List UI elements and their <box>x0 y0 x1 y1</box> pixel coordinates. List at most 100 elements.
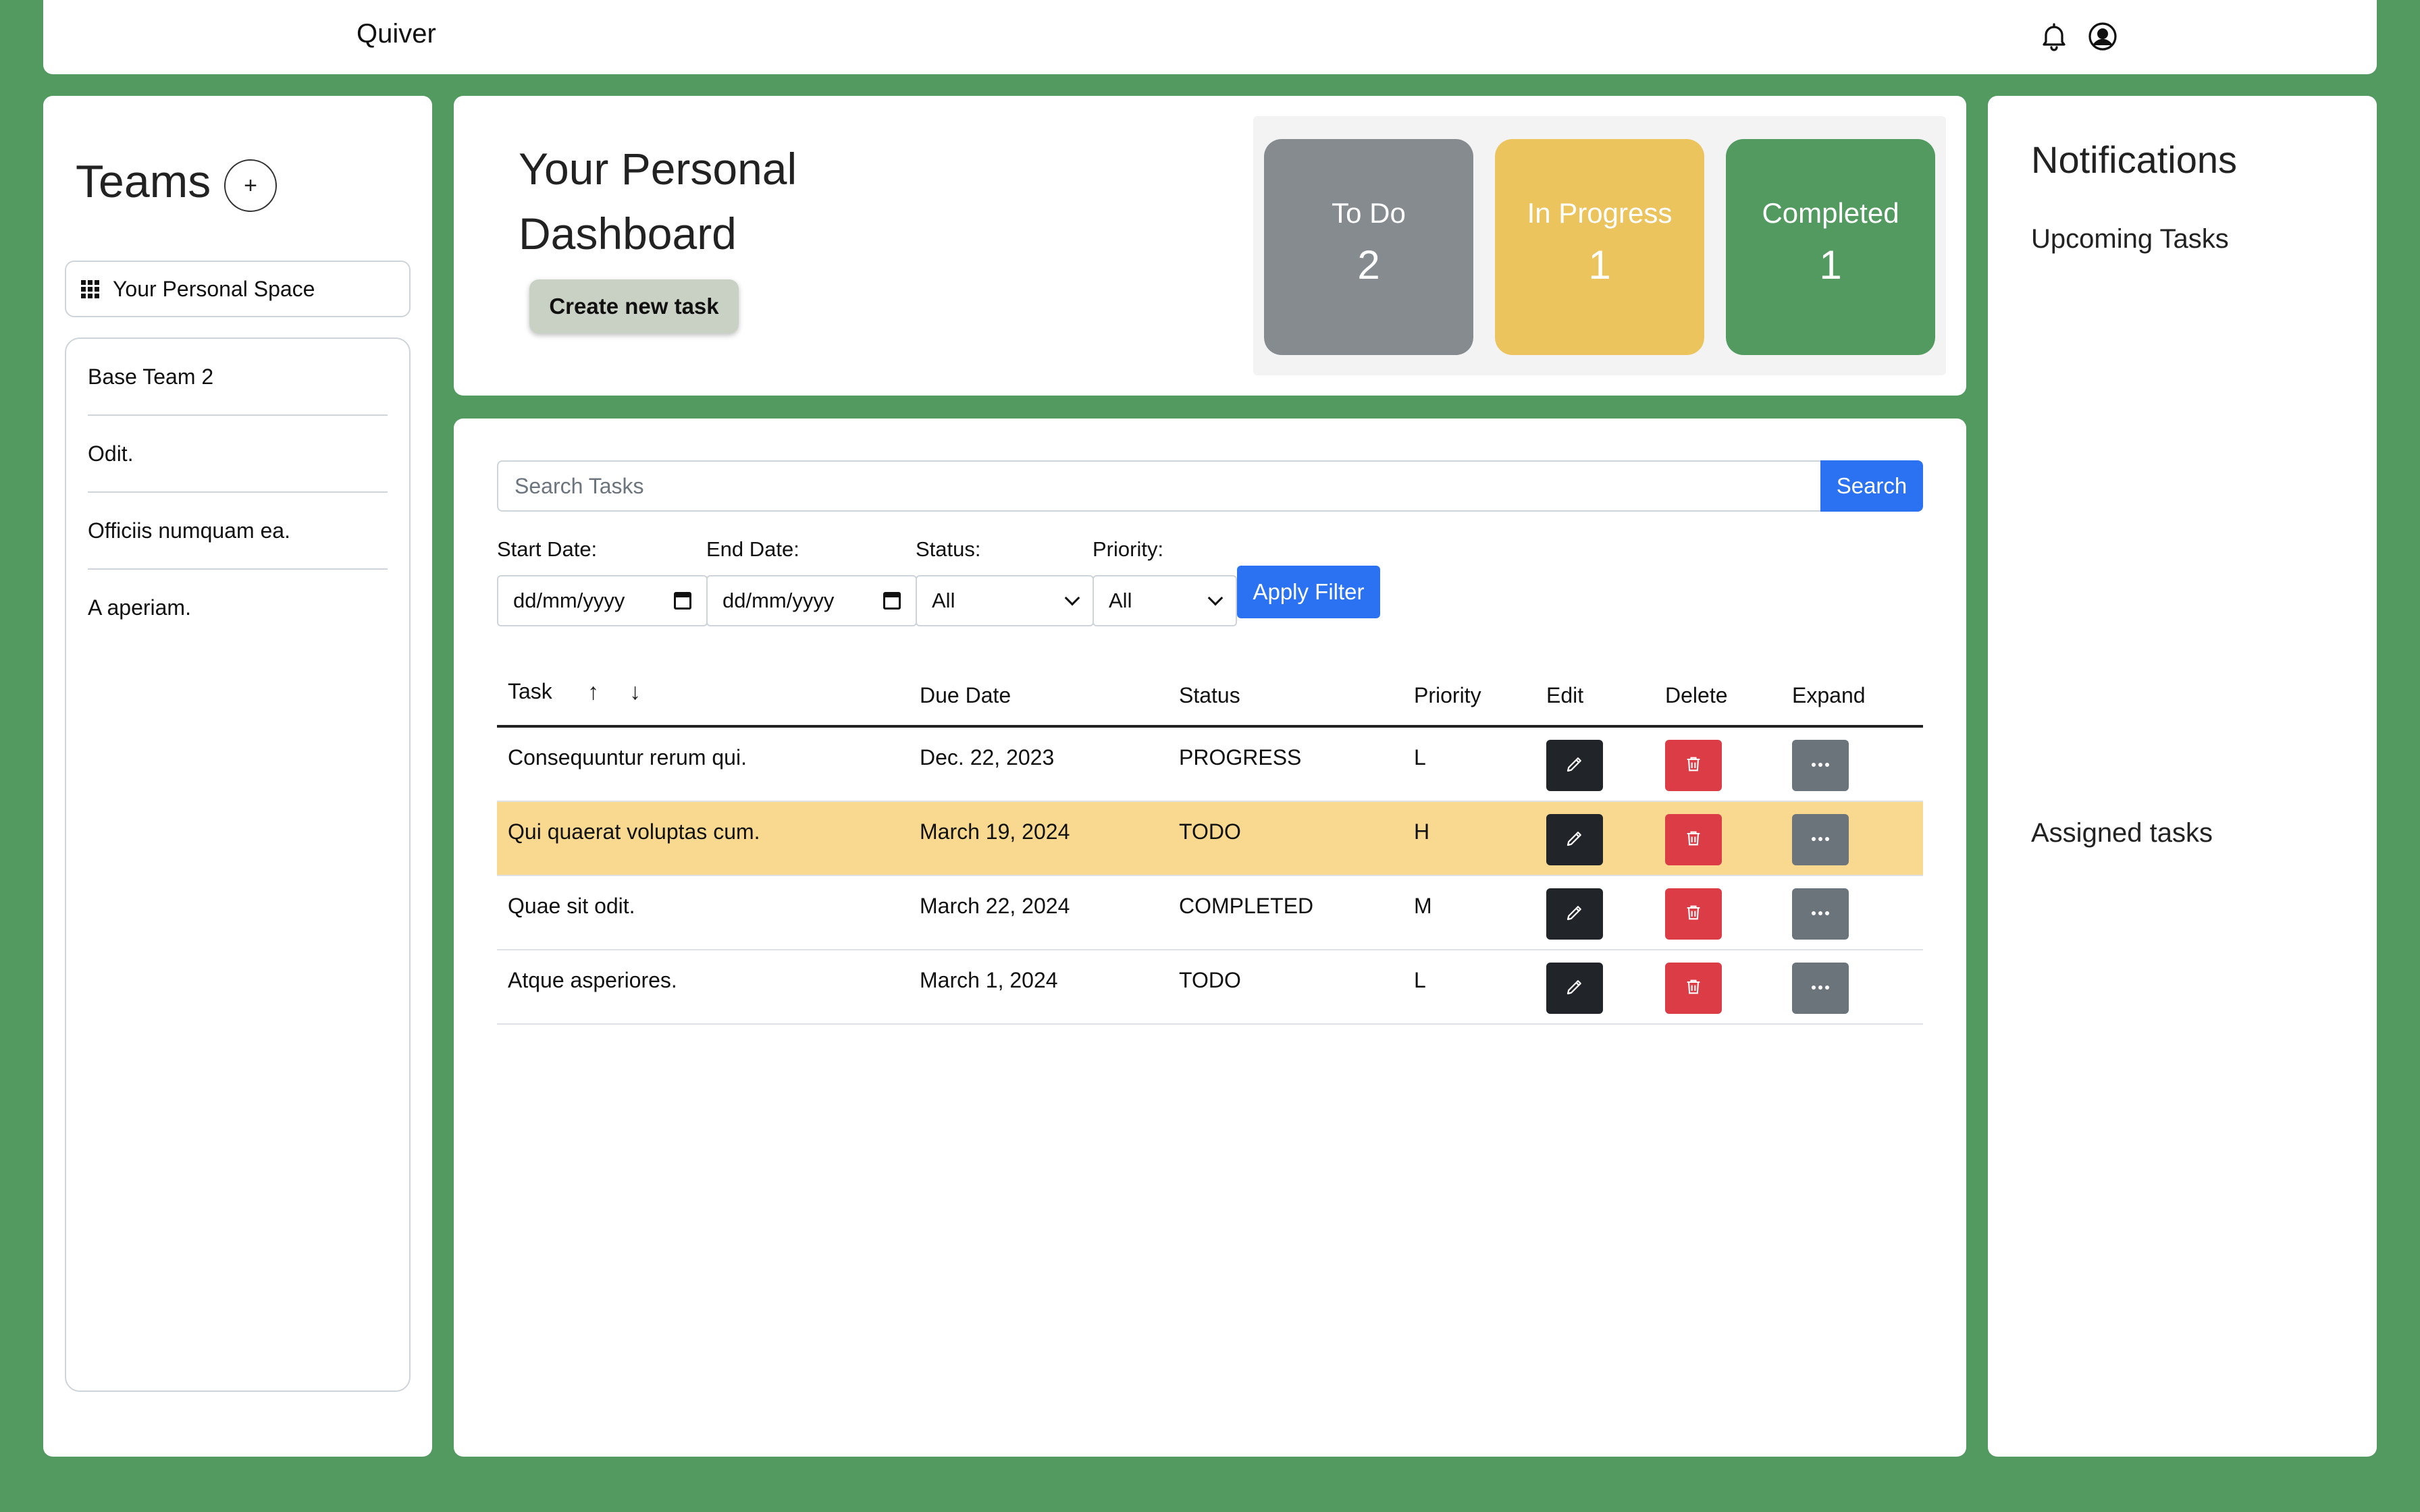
teams-heading: Teams <box>76 156 211 207</box>
task-status: TODO <box>1179 968 1241 992</box>
stat-label: In Progress <box>1527 197 1673 229</box>
delete-button[interactable] <box>1665 814 1722 865</box>
team-list: Base Team 2 Odit. Officiis numquam ea. A… <box>65 338 411 1392</box>
pencil-icon <box>1564 977 1585 1000</box>
tasks-table: Task ↑ ↓ Due Date Status Priority Edit D… <box>497 648 1923 1025</box>
priority-label: Priority: <box>1093 537 1164 561</box>
status-select-value: All <box>932 589 955 612</box>
personal-space-label: Your Personal Space <box>113 276 315 301</box>
task-name: Atque asperiores. <box>508 968 677 992</box>
table-body: Consequuntur rerum qui. Dec. 22, 2023 PROG… <box>497 728 1923 1025</box>
status-select[interactable]: All <box>916 575 1094 626</box>
column-header-task: Task <box>508 679 552 703</box>
more-dots-icon <box>1810 834 1831 846</box>
more-dots-icon <box>1810 908 1831 920</box>
table-row[interactable]: Consequuntur rerum qui. Dec. 22, 2023 PROG… <box>497 728 1923 802</box>
task-priority: L <box>1414 745 1426 770</box>
sort-ascending-icon[interactable]: ↑ <box>587 679 599 705</box>
edit-button[interactable] <box>1546 963 1603 1014</box>
team-item[interactable]: Odit. <box>88 416 388 493</box>
create-task-button[interactable]: Create new task <box>529 279 739 333</box>
task-panel: Search Start Date: End Date: Status: Pri… <box>454 418 1966 1457</box>
stat-card-in-progress[interactable]: In Progress 1 <box>1495 139 1704 355</box>
team-item[interactable]: Officiis numquam ea. <box>88 493 388 570</box>
notifications-panel: Notifications Upcoming Tasks Assigned ta… <box>1988 96 2377 1457</box>
personal-space-item[interactable]: Your Personal Space <box>65 261 411 317</box>
task-status: PROGRESS <box>1179 745 1302 770</box>
task-name: Consequuntur rerum qui. <box>508 745 747 770</box>
calendar-icon[interactable] <box>674 592 691 610</box>
stat-card-completed[interactable]: Completed 1 <box>1726 139 1935 355</box>
search-button[interactable]: Search <box>1820 460 1923 512</box>
team-item[interactable]: Base Team 2 <box>88 339 388 416</box>
trash-icon <box>1684 902 1703 926</box>
edit-button[interactable] <box>1546 814 1603 865</box>
stat-value: 2 <box>1357 242 1380 288</box>
start-date-value: dd/mm/yyyy <box>513 589 625 612</box>
task-priority: H <box>1414 819 1430 844</box>
pencil-icon <box>1564 902 1585 926</box>
task-priority: M <box>1414 894 1432 918</box>
edit-button[interactable] <box>1546 740 1603 791</box>
top-navbar: Quiver <box>43 0 2377 74</box>
table-row[interactable]: Atque asperiores. March 1, 2024 TODO L <box>497 950 1923 1025</box>
column-header-edit: Edit <box>1546 683 1584 707</box>
column-header-status: Status <box>1179 683 1240 707</box>
app-title[interactable]: Quiver <box>357 19 436 49</box>
grid-icon <box>81 279 99 298</box>
table-row[interactable]: Qui quaerat voluptas cum. March 19, 2024 T… <box>497 802 1923 876</box>
search-input[interactable] <box>497 460 1822 512</box>
column-header-due-date: Due Date <box>920 683 1011 707</box>
table-row[interactable]: Quae sit odit. March 22, 2024 COMPLETED M <box>497 876 1923 950</box>
pencil-icon <box>1564 828 1585 852</box>
status-label: Status: <box>916 537 981 561</box>
due-date: Dec. 22, 2023 <box>920 745 1055 770</box>
expand-button[interactable] <box>1792 888 1849 940</box>
stat-card-todo[interactable]: To Do 2 <box>1264 139 1473 355</box>
apply-filter-button[interactable]: Apply Filter <box>1237 566 1380 618</box>
calendar-icon[interactable] <box>883 592 901 610</box>
column-header-priority: Priority <box>1414 683 1481 707</box>
due-date: March 19, 2024 <box>920 819 1070 844</box>
bell-icon[interactable] <box>2038 20 2070 53</box>
edit-button[interactable] <box>1546 888 1603 940</box>
team-item[interactable]: A aperiam. <box>88 570 388 647</box>
due-date: March 1, 2024 <box>920 968 1058 992</box>
expand-button[interactable] <box>1792 740 1849 791</box>
more-dots-icon <box>1810 759 1831 772</box>
notifications-heading: Notifications <box>2031 138 2238 181</box>
pencil-icon <box>1564 754 1585 778</box>
stat-label: To Do <box>1332 197 1406 229</box>
stat-value: 1 <box>1819 242 1842 288</box>
task-status: TODO <box>1179 819 1241 844</box>
priority-select-value: All <box>1109 589 1132 612</box>
teams-sidebar: Teams + Your Personal Space Base Team 2 … <box>43 96 432 1457</box>
delete-button[interactable] <box>1665 740 1722 791</box>
delete-button[interactable] <box>1665 963 1722 1014</box>
trash-icon <box>1684 754 1703 778</box>
start-date-input[interactable]: dd/mm/yyyy <box>497 575 708 626</box>
stat-value: 1 <box>1588 242 1611 288</box>
user-circle-icon[interactable] <box>2086 20 2119 53</box>
stats-panel: To Do 2 In Progress 1 Completed 1 <box>1253 116 1946 375</box>
expand-button[interactable] <box>1792 814 1849 865</box>
chevron-down-icon <box>1207 590 1224 606</box>
trash-icon <box>1684 828 1703 852</box>
start-date-label: Start Date: <box>497 537 598 561</box>
priority-select[interactable]: All <box>1093 575 1237 626</box>
end-date-input[interactable]: dd/mm/yyyy <box>706 575 917 626</box>
add-team-button[interactable]: + <box>224 159 277 212</box>
task-name: Quae sit odit. <box>508 894 635 918</box>
column-header-expand: Expand <box>1792 683 1866 707</box>
chevron-down-icon <box>1064 590 1080 606</box>
assigned-tasks-heading: Assigned tasks <box>2031 818 2213 848</box>
plus-icon: + <box>244 172 257 198</box>
task-status: COMPLETED <box>1179 894 1314 918</box>
table-header: Task ↑ ↓ Due Date Status Priority Edit D… <box>497 648 1923 728</box>
sort-descending-icon[interactable]: ↓ <box>629 679 641 705</box>
expand-button[interactable] <box>1792 963 1849 1014</box>
page-title: Your Personal Dashboard <box>519 144 797 259</box>
task-name: Qui quaerat voluptas cum. <box>508 819 760 844</box>
delete-button[interactable] <box>1665 888 1722 940</box>
due-date: March 22, 2024 <box>920 894 1070 918</box>
